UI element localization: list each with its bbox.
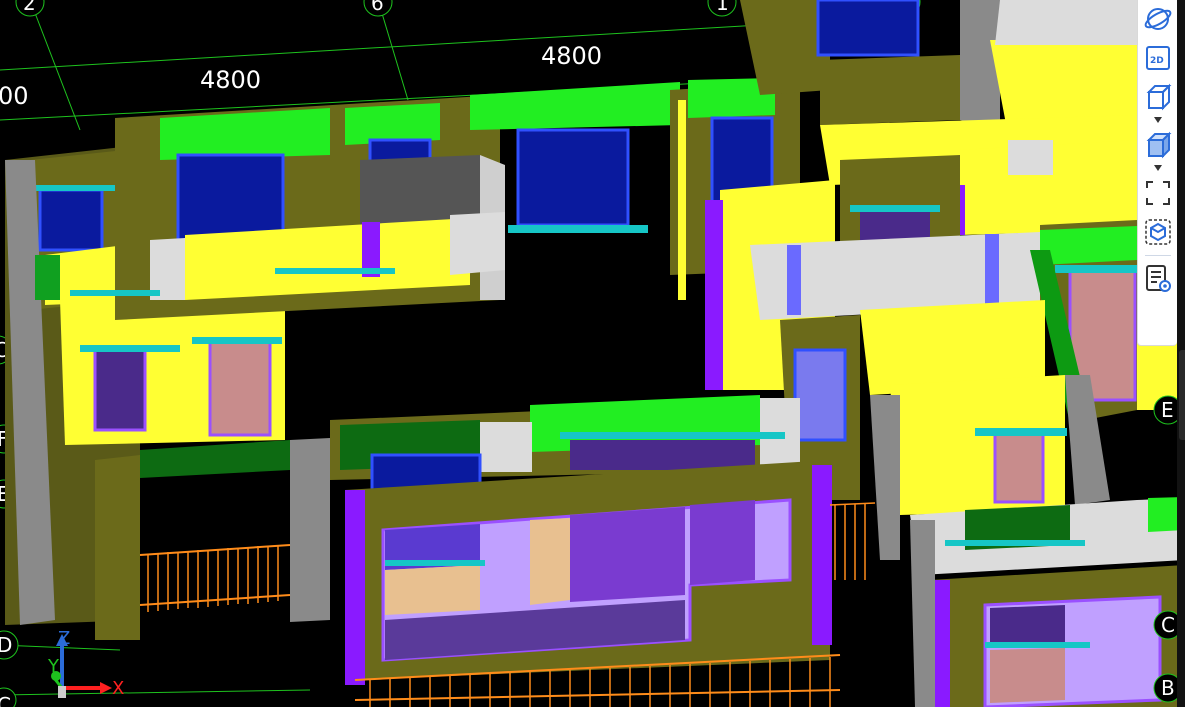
chevron-down-icon [1153,117,1162,123]
dimension-label: 4800 [200,66,261,94]
grid-axis-label: C [1161,613,1175,637]
grid-axis-label: C [0,693,11,707]
view-cube-icon [1144,219,1171,245]
zoom-extents-button[interactable] [1141,176,1175,210]
view-cube-button[interactable] [1141,215,1175,249]
axis-label-x: X [112,678,124,699]
wireframe-cube-icon [1146,83,1171,111]
grid-axis-label: B [1161,676,1175,700]
2d-label: 2D [1150,56,1164,66]
grid-axis-label: D [0,633,12,657]
display-settings-icon [1145,265,1171,292]
axis-triad: Z X Y [47,630,124,699]
display-settings-button[interactable] [1141,261,1175,295]
axis-label-y: Y [47,656,60,677]
2d-view-icon: 2D [1145,46,1170,70]
grid-axis-label: 2 [23,0,36,15]
model-viewport[interactable]: 4800 4800 00 00 2 6 1 1 C F [0,0,1185,707]
orbit-button[interactable] [1141,2,1175,36]
shaded-view-button[interactable] [1141,128,1175,162]
dimension-label: 4800 [541,42,602,70]
shaded-cube-icon [1146,131,1171,159]
side-panel-handle[interactable] [1179,350,1185,440]
grid-axis-label: 6 [371,0,384,15]
chevron-down-icon [1153,165,1162,171]
3d-view-dropdown[interactable] [1141,114,1175,126]
building-3d-model[interactable]: 4800 4800 00 00 2 6 1 1 C F [0,0,1185,707]
room-module-bottom-right[interactable] [910,497,1185,707]
grid-axis-label: E [1161,398,1174,422]
dimension-label: 00 [0,82,29,110]
view-toolbar: 2D [1137,0,1177,346]
2d-view-button[interactable]: 2D [1141,41,1175,75]
3d-view-button[interactable] [1141,80,1175,114]
room-module-center-front[interactable] [330,395,876,707]
grid-axis-label: 1 [716,0,729,15]
toolbar-separator [1144,255,1171,256]
axis-label-z: Z [58,630,70,649]
zoom-extents-icon [1145,181,1170,205]
orbit-icon [1144,8,1171,30]
shaded-view-dropdown[interactable] [1141,162,1175,174]
